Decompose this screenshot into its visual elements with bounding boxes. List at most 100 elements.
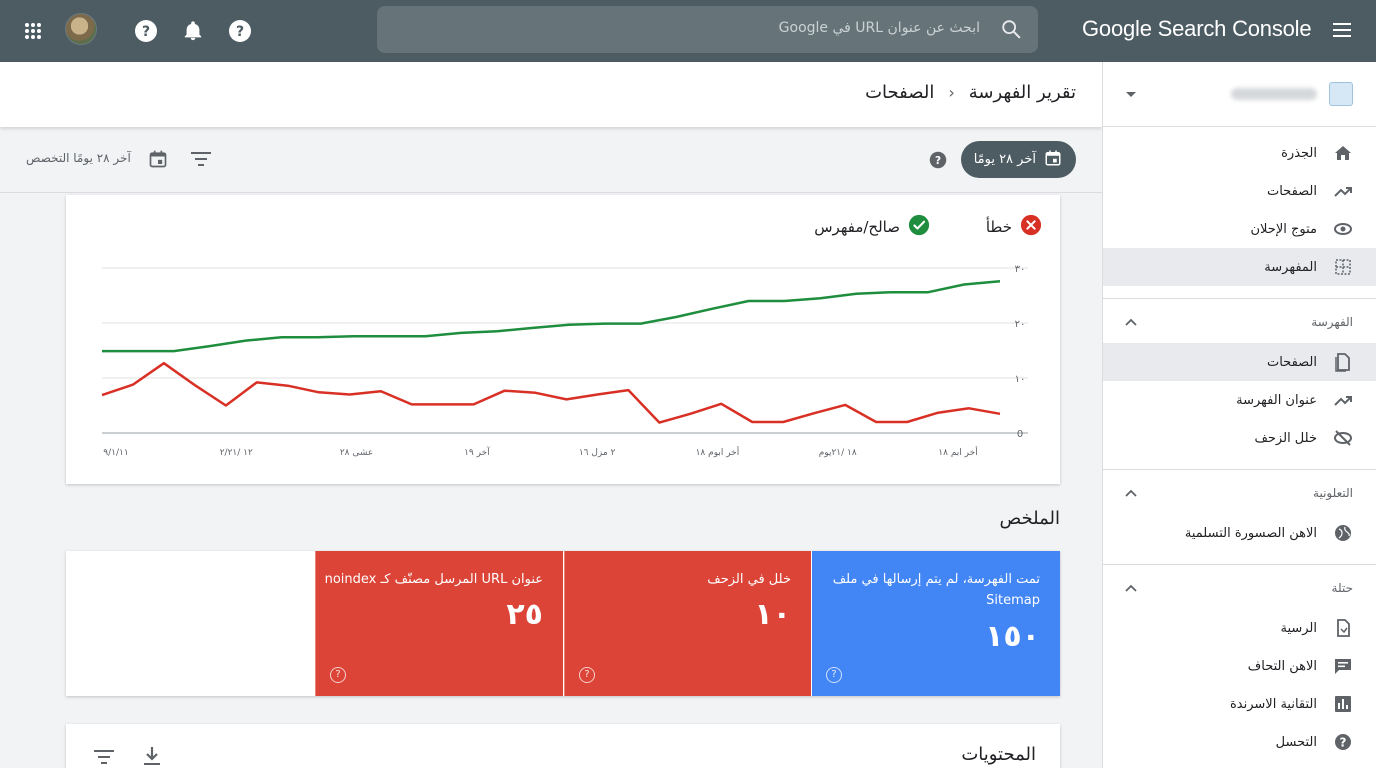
section-title: التعلونية bbox=[1313, 486, 1353, 500]
sidebar-item-grid[interactable]: المفهرسة bbox=[1103, 248, 1376, 286]
sidebar-item-hidden[interactable]: خلل الزحف bbox=[1103, 419, 1376, 457]
sidebar-item-trending[interactable]: الصفحات bbox=[1103, 172, 1376, 210]
svg-text:?: ? bbox=[1340, 736, 1347, 750]
trending-icon bbox=[1333, 181, 1353, 201]
divider bbox=[1103, 564, 1376, 565]
series-line[interactable] bbox=[102, 279, 1001, 353]
hidden-icon bbox=[1333, 428, 1353, 448]
sidebar-item-label: الصفحات bbox=[1266, 183, 1317, 199]
help-icon[interactable]: ? bbox=[826, 667, 842, 683]
summary-tile-noindex[interactable]: عنوان URL المرسل مصنّف كـ noindex ٢٥ ? bbox=[315, 551, 563, 696]
series-line[interactable] bbox=[101, 361, 1001, 424]
trending-icon bbox=[1333, 390, 1353, 410]
eye-icon bbox=[1333, 219, 1353, 239]
property-name bbox=[1231, 88, 1317, 100]
calendar-icon[interactable] bbox=[148, 149, 168, 173]
breadcrumb-parent[interactable]: تقرير الفهرسة bbox=[969, 82, 1076, 103]
chevron-down-icon[interactable] bbox=[1123, 86, 1139, 106]
sidebar-item-label: التقانية الاسرندة bbox=[1229, 696, 1317, 712]
sidebar-item-label: الاهن الصسورة التسلمية bbox=[1184, 525, 1317, 541]
sidebar-item-help-circle[interactable]: التحسل? bbox=[1103, 723, 1376, 761]
sidebar-item-bar-chart[interactable]: التقانية الاسرندة bbox=[1103, 685, 1376, 723]
x-tick-label: عشى ٢٨ bbox=[340, 448, 373, 458]
chevron-up-icon[interactable] bbox=[1123, 581, 1139, 601]
sidebar-section-header[interactable]: حتلة bbox=[1103, 569, 1376, 609]
help-icon[interactable]: ? bbox=[226, 17, 254, 45]
grid-icon bbox=[1333, 257, 1353, 277]
details-title: المحتويات bbox=[961, 744, 1036, 765]
help-icon[interactable]: ? bbox=[579, 667, 595, 683]
sidebar-item-eye[interactable]: متوج الإحلان bbox=[1103, 210, 1376, 248]
filter-icon[interactable] bbox=[190, 150, 212, 172]
help-icon[interactable]: ? bbox=[330, 667, 346, 683]
section-title: الفهرسة bbox=[1311, 315, 1353, 329]
app-title[interactable]: Google Search Console bbox=[1082, 16, 1312, 42]
tile-label: عنوان URL المرسل مصنّف كـ noindex bbox=[324, 572, 543, 587]
sidebar-item-globe[interactable]: الاهن الصسورة التسلمية bbox=[1103, 514, 1376, 552]
divider bbox=[1103, 469, 1376, 470]
help-icon[interactable]: ? bbox=[132, 17, 160, 45]
page-icon bbox=[1333, 352, 1353, 372]
search-bar[interactable]: ابحث عن عنوان URL في Google bbox=[377, 6, 1038, 53]
tile-value: ١٥٠ bbox=[985, 619, 1040, 654]
x-tick-label: آخر ١٩ bbox=[464, 446, 490, 458]
download-icon[interactable] bbox=[142, 745, 162, 768]
compare-label[interactable]: آخر ٢٨ يومًا التخصص bbox=[26, 151, 131, 165]
divider bbox=[1103, 298, 1376, 299]
section-title: حتلة bbox=[1331, 581, 1353, 595]
x-tick-label: أخر ابوم ١٨ bbox=[696, 446, 740, 458]
tile-value: ١٠ bbox=[754, 597, 791, 632]
summary-tile-crawl-issue[interactable]: خلل في الزحف ١٠ ? bbox=[564, 551, 811, 696]
breadcrumb: تقرير الفهرسة ‹ الصفحات bbox=[865, 82, 1076, 103]
search-icon[interactable] bbox=[1000, 18, 1022, 44]
x-tick-label: أخر ابم ١٨ bbox=[938, 446, 977, 458]
top-app-bar: ? ? ابحث عن عنوان URL في Google Google S… bbox=[0, 0, 1376, 62]
sidebar-item-document[interactable]: الرسية bbox=[1103, 609, 1376, 647]
sidebar-item-trending[interactable]: عنوان الفهرسة bbox=[1103, 381, 1376, 419]
apps-grid-icon[interactable] bbox=[19, 17, 47, 45]
property-selector[interactable] bbox=[1103, 62, 1376, 127]
chevron-up-icon[interactable] bbox=[1123, 315, 1139, 335]
sidebar-item-label: التحسل bbox=[1275, 734, 1317, 750]
avatar[interactable] bbox=[65, 13, 97, 45]
line-chart: ٣٠ ٢٠ ١٠ 0 ٩/١/١١ ١٢ /٢/٢١ عشى ٢٨ آخر ١٩ ٢ مزل ١… bbox=[101, 264, 1028, 458]
page-title: الصفحات bbox=[865, 82, 935, 103]
summary-title: الملخص bbox=[999, 508, 1060, 529]
chevron-up-icon[interactable] bbox=[1123, 486, 1139, 506]
summary-card: تمت الفهرسة، لم يتم إرسالها في ملف Sitem… bbox=[66, 551, 1060, 696]
property-icon bbox=[1329, 82, 1353, 106]
date-range-chip[interactable]: آخر ٢٨ يومًا bbox=[961, 141, 1076, 178]
menu-icon[interactable] bbox=[1330, 18, 1354, 46]
x-tick-label: ٢ مزل ١٦ bbox=[579, 448, 616, 458]
sidebar-item-label: الصفحات bbox=[1266, 354, 1317, 370]
sidebar-item-page[interactable]: الصفحات bbox=[1103, 343, 1376, 381]
sidebar-section-header[interactable]: الفهرسة bbox=[1103, 303, 1376, 343]
sidebar-item-label: خلل الزحف bbox=[1254, 430, 1317, 446]
tile-label: تمت الفهرسة، لم يتم إرسالها في ملف Sitem… bbox=[832, 572, 1040, 608]
filter-icon[interactable] bbox=[93, 748, 115, 768]
svg-text:?: ? bbox=[236, 24, 244, 40]
feedback-icon bbox=[1333, 656, 1353, 676]
bell-icon[interactable] bbox=[179, 17, 207, 45]
sidebar: الجذرة الصفحات متوج الإحلان المفهرسة الفهرسة… bbox=[1102, 62, 1376, 768]
y-tick-label: ١٠ bbox=[1015, 374, 1026, 385]
y-tick-label: ٣٠ bbox=[1015, 264, 1026, 275]
calendar-icon bbox=[1044, 149, 1062, 171]
sidebar-item-label: الاهن التحاف bbox=[1247, 658, 1317, 674]
help-circle-icon: ? bbox=[1333, 732, 1353, 752]
sidebar-item-school[interactable]: الحدياء bbox=[1103, 761, 1376, 768]
sidebar-item-feedback[interactable]: الاهن التحاف bbox=[1103, 647, 1376, 685]
sidebar-item-label: الرسية bbox=[1280, 620, 1317, 636]
help-icon[interactable]: ? bbox=[929, 151, 947, 173]
y-tick-label: 0 bbox=[1017, 429, 1023, 440]
search-input[interactable]: ابحث عن عنوان URL في Google bbox=[779, 20, 980, 36]
tile-value: ٢٥ bbox=[506, 597, 543, 632]
sidebar-item-label: عنوان الفهرسة bbox=[1236, 392, 1317, 408]
sidebar-section-header[interactable]: التعلونية bbox=[1103, 474, 1376, 514]
globe-icon bbox=[1333, 523, 1353, 543]
summary-tile-indexed-not-in-sitemap[interactable]: تمت الفهرسة، لم يتم إرسالها في ملف Sitem… bbox=[812, 551, 1060, 696]
x-tick-label: ٩/١/١١ bbox=[103, 448, 128, 458]
x-tick-label: ١٨ /٢١يوم bbox=[819, 448, 857, 458]
sidebar-item-label: متوج الإحلان bbox=[1250, 221, 1318, 237]
sidebar-item-home[interactable]: الجذرة bbox=[1103, 134, 1376, 172]
